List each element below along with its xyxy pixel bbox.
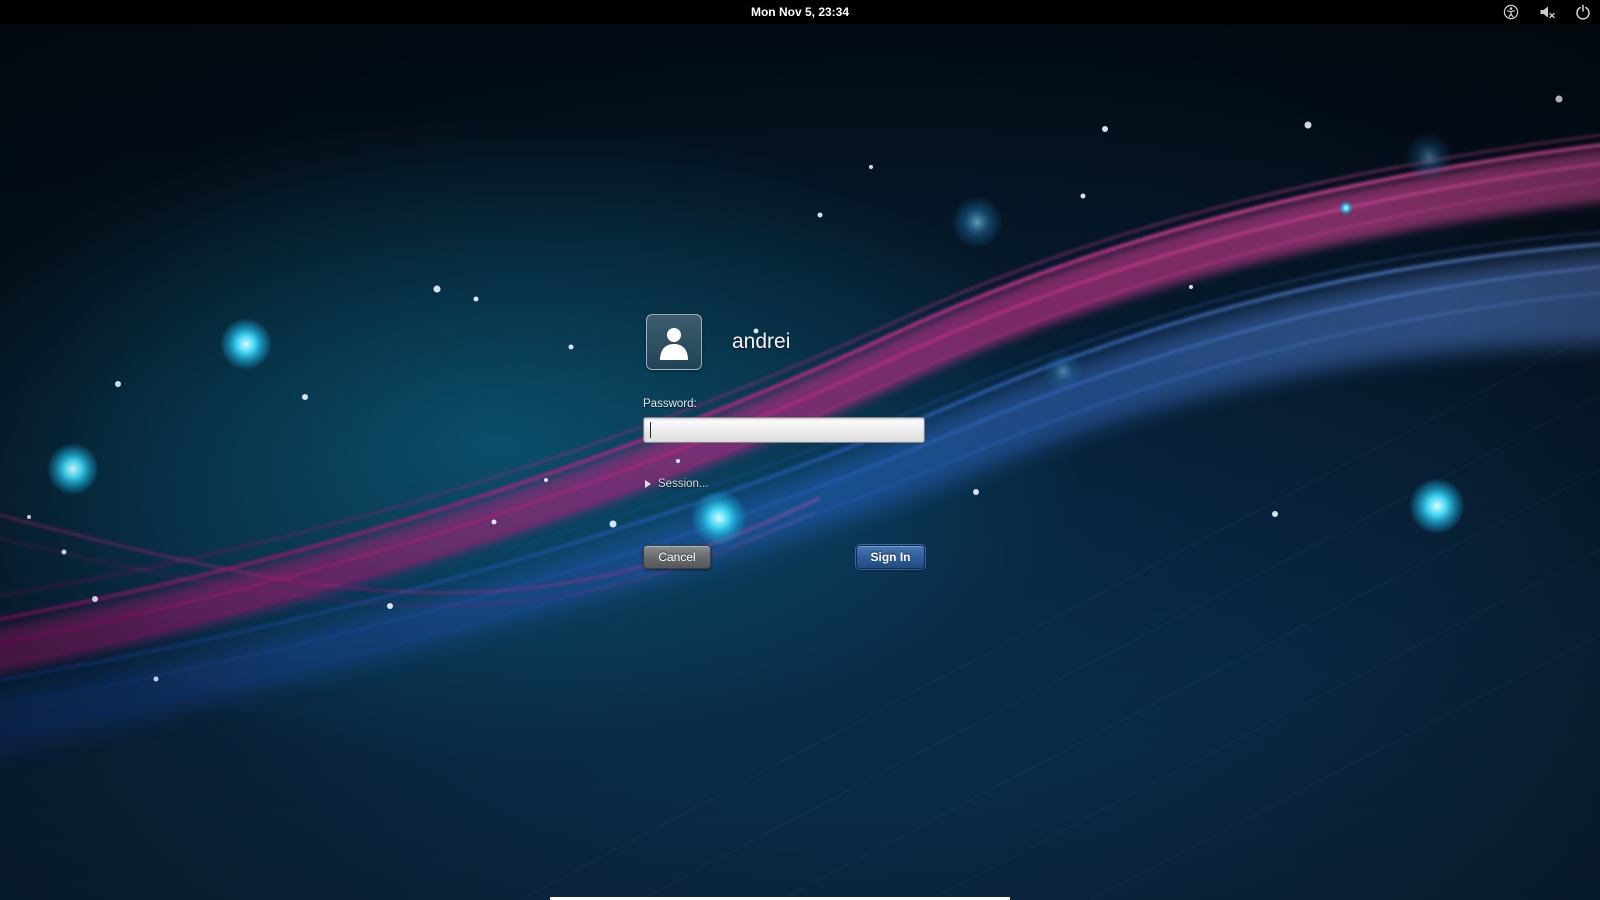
expander-arrow-icon [645,480,651,488]
password-input[interactable] [643,417,925,443]
username-label: andrei [732,330,790,354]
wallpaper-waves [0,0,1600,900]
top-bar: Mon Nov 5, 23:34 [0,0,1600,24]
cancel-button[interactable]: Cancel [643,545,711,569]
user-row: andrei [643,314,925,370]
person-icon [654,322,694,362]
power-icon[interactable] [1574,3,1592,21]
session-label: Session... [658,478,709,490]
accessibility-icon[interactable] [1502,3,1520,21]
session-expander[interactable]: Session... [645,478,709,490]
login-dialog: andrei Password: Session... Cancel Sign … [643,314,925,370]
wallpaper [0,0,1600,900]
button-row: Cancel Sign In [643,545,925,569]
user-avatar [646,314,702,370]
password-label: Password: [643,398,697,410]
password-field-wrap [643,417,925,443]
text-caret [650,422,651,438]
sign-in-button[interactable]: Sign In [856,545,925,569]
system-tray [1502,0,1592,24]
clock[interactable]: Mon Nov 5, 23:34 [0,0,1600,24]
volume-muted-icon[interactable] [1538,3,1556,21]
